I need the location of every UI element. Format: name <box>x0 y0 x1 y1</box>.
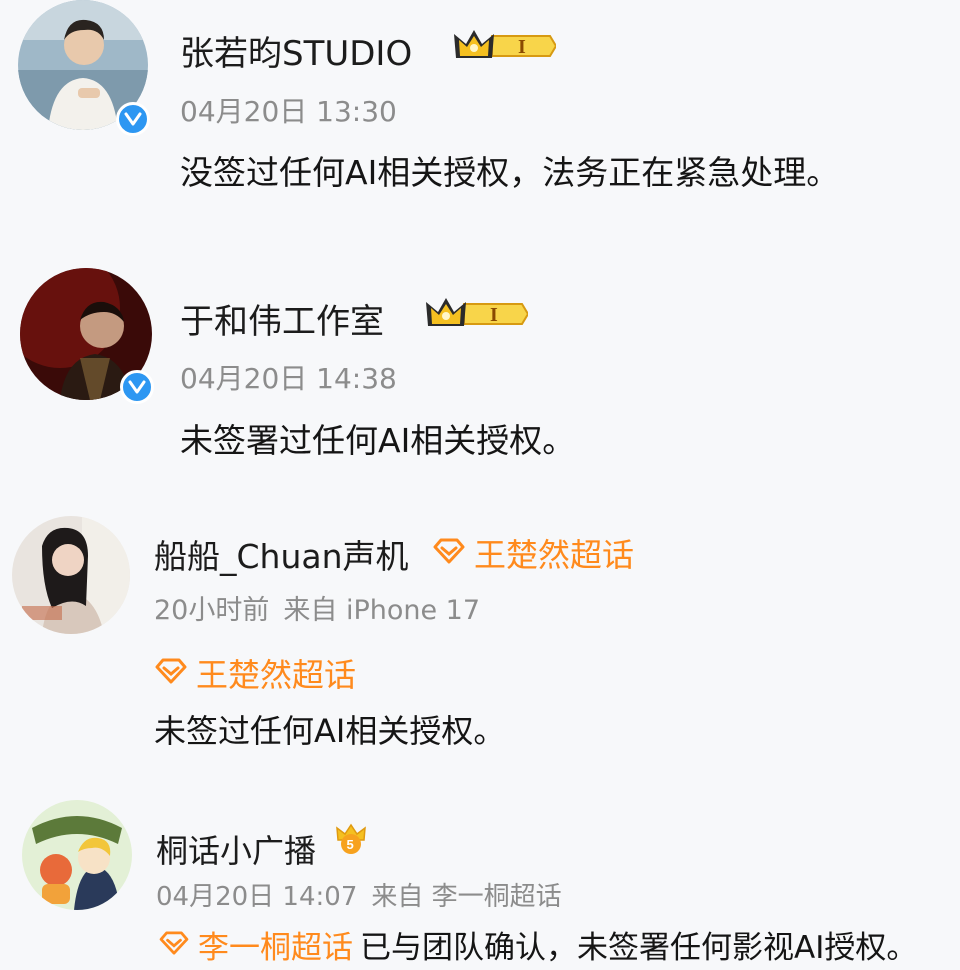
svg-text:I: I <box>518 36 526 58</box>
post-source[interactable]: 来自 iPhone 17 <box>283 595 480 626</box>
author-name[interactable]: 张若昀STUDIO <box>180 26 412 75</box>
svg-text:I: I <box>490 304 498 326</box>
post-text[interactable]: 已与团队确认，未签署任何影视AI授权。 <box>360 922 917 967</box>
topic-label: 李一桐超话 <box>198 930 353 966</box>
verified-icon <box>116 102 150 136</box>
post-time: 04月20日 13:30 <box>180 95 397 128</box>
avatar[interactable] <box>12 516 130 634</box>
topic-link[interactable]: 李一桐超话 <box>158 922 353 967</box>
fan-level-badge-icon[interactable]: 5 <box>334 822 368 860</box>
author-name[interactable]: 于和伟工作室 <box>180 294 384 343</box>
post-text[interactable]: 未签署过任何AI相关授权。 <box>180 414 575 462</box>
post-time: 04月20日 14:38 <box>180 362 397 395</box>
author-name[interactable]: 桐话小广播 <box>156 826 316 872</box>
post-text[interactable]: 没签过任何AI相关授权，法务正在紧急处理。 <box>180 146 839 194</box>
topic-label: 王楚然超话 <box>474 536 635 574</box>
diamond-icon <box>432 534 466 572</box>
author-name[interactable]: 船船_Chuan声机 <box>154 530 409 578</box>
post-text[interactable]: 未签过任何AI相关授权。 <box>154 706 505 752</box>
diamond-icon <box>154 654 188 692</box>
post-time: 04月20日 14:07 <box>156 882 358 912</box>
diamond-icon <box>158 927 190 963</box>
verified-icon <box>120 370 154 404</box>
cartoon-avatar-icon <box>22 800 132 910</box>
post-meta: 20小时前 来自 iPhone 17 <box>154 588 480 627</box>
post-time: 20小时前 <box>154 595 270 626</box>
post-meta: 04月20日 14:07 来自 李一桐超话 <box>156 876 562 913</box>
crown-level-badge[interactable]: I <box>452 26 558 70</box>
crown-level-badge[interactable]: I <box>424 294 530 338</box>
topic-link[interactable]: 王楚然超话 <box>154 650 356 696</box>
post-source[interactable]: 来自 李一桐超话 <box>371 882 561 912</box>
name-topic-link[interactable]: 王楚然超话 <box>432 530 634 576</box>
topic-label: 王楚然超话 <box>196 656 357 694</box>
svg-text:5: 5 <box>347 837 354 852</box>
person-photo-avatar-icon <box>12 516 130 634</box>
avatar[interactable] <box>22 800 132 910</box>
